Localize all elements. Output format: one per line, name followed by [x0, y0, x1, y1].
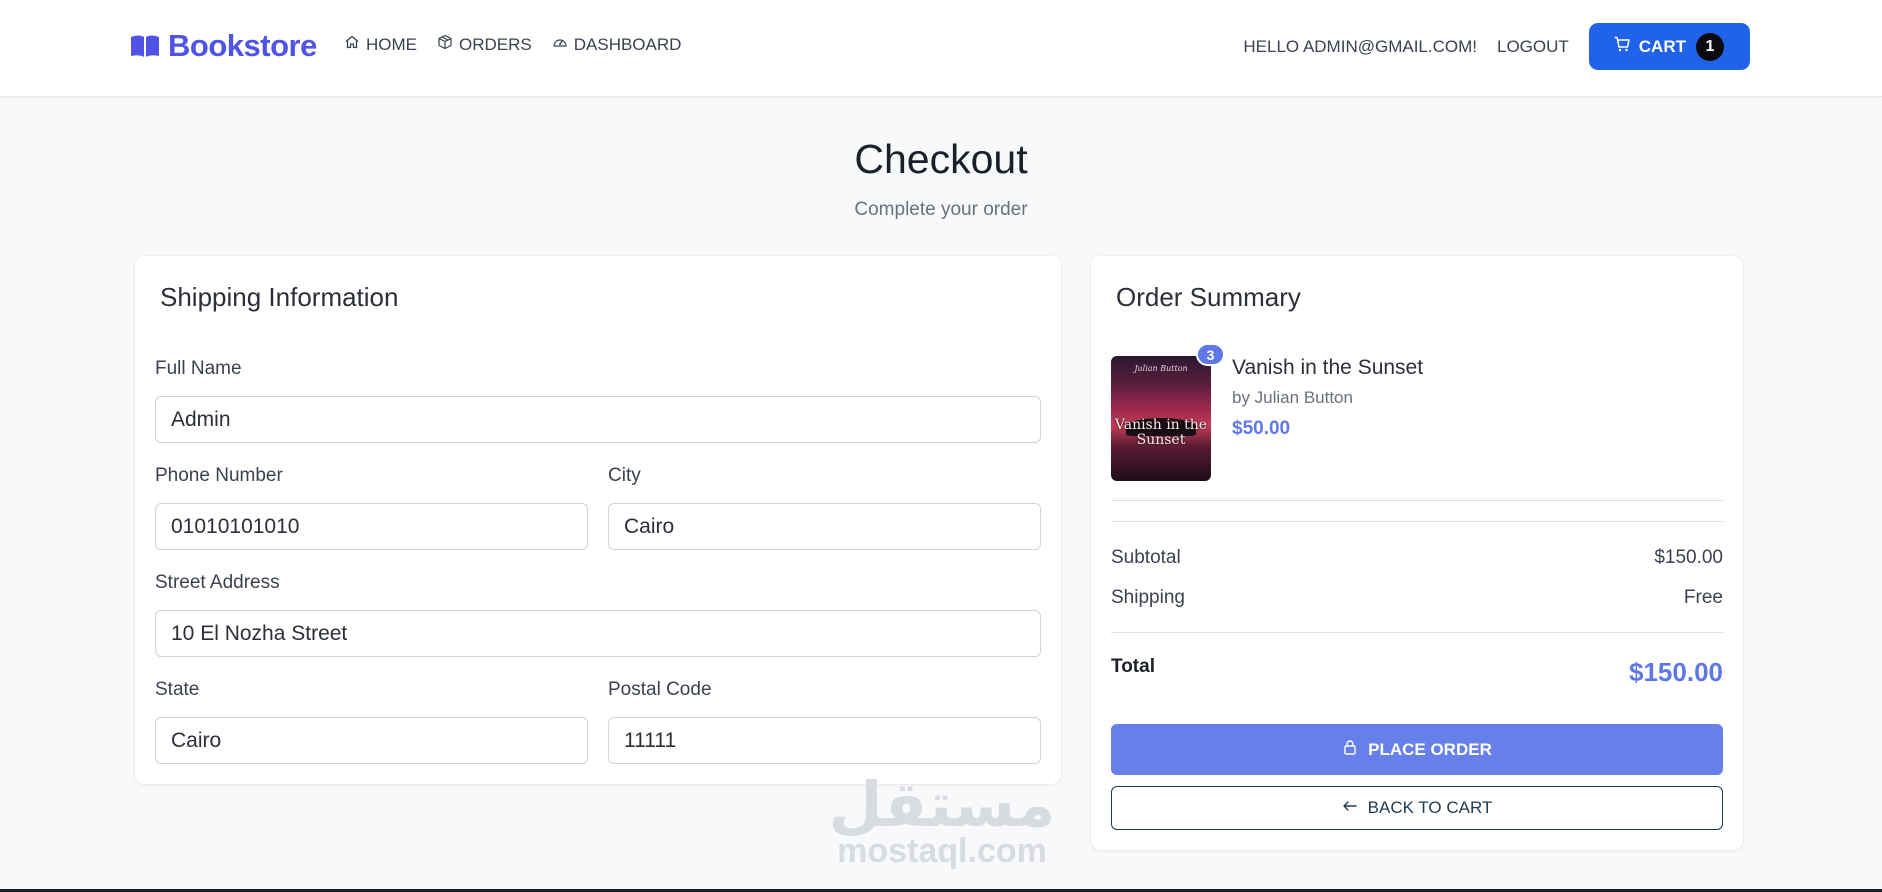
place-order-button[interactable]: PLACE ORDER — [1111, 724, 1723, 775]
item-author: by Julian Button — [1232, 388, 1353, 407]
subtotal-label: Subtotal — [1111, 547, 1181, 568]
home-icon — [344, 34, 360, 55]
place-order-label: PLACE ORDER — [1368, 739, 1492, 759]
city-label: City — [608, 465, 641, 486]
full-name-input[interactable] — [155, 396, 1041, 443]
city-input[interactable] — [608, 503, 1041, 550]
cart-count-badge: 1 — [1696, 32, 1724, 61]
postal-code-label: Postal Code — [608, 679, 712, 700]
page-subtitle: Complete your order — [854, 199, 1028, 220]
nav-links: HOME ORDERS DASHBOARD — [344, 34, 681, 55]
user-greeting: HELLO ADMIN@GMAIL.COM! — [1243, 36, 1477, 56]
brand-name: Bookstore — [168, 28, 317, 63]
back-to-cart-label: BACK TO CART — [1367, 798, 1493, 817]
lock-icon — [1342, 739, 1358, 760]
shipping-cost-value: Free — [1683, 587, 1723, 608]
shipping-cost-label: Shipping — [1111, 587, 1185, 608]
mostaql-watermark: مستقل mostaql.com — [826, 770, 1058, 875]
phone-input[interactable] — [155, 503, 588, 550]
top-navbar: Bookstore HOME ORDERS DASHBOARD HELLO AD… — [0, 0, 1882, 97]
book-cover-image: Julian Button Vanish in the Sunset — [1111, 356, 1211, 481]
cover-title-text: Vanish in the Sunset — [1114, 417, 1208, 448]
order-summary-card: Order Summary Julian Button Vanish in th… — [1091, 256, 1743, 850]
nav-orders-label: ORDERS — [459, 34, 532, 54]
postal-code-input[interactable] — [608, 717, 1041, 764]
item-title: Vanish in the Sunset — [1232, 356, 1424, 379]
shipping-title: Shipping Information — [160, 282, 399, 312]
quantity-badge: 3 — [1196, 343, 1225, 366]
state-input[interactable] — [155, 717, 588, 764]
shipping-card: Shipping Information Full Name Phone Num… — [135, 256, 1061, 784]
cart-button[interactable]: CART 1 — [1588, 23, 1750, 70]
page-title: Checkout — [854, 136, 1028, 182]
nav-home[interactable]: HOME — [344, 34, 417, 55]
divider — [1111, 500, 1723, 501]
back-to-cart-button[interactable]: BACK TO CART — [1111, 786, 1723, 830]
cover-author-text: Julian Button — [1134, 364, 1188, 373]
subtotal-value: $150.00 — [1654, 547, 1723, 568]
nav-right: HELLO ADMIN@GMAIL.COM! LOGOUT CART 1 — [1243, 23, 1750, 70]
phone-label: Phone Number — [155, 465, 283, 486]
box-icon — [437, 34, 453, 55]
open-book-icon — [130, 34, 160, 58]
brand-link[interactable]: Bookstore — [130, 28, 317, 64]
nav-home-label: HOME — [366, 34, 417, 54]
total-value: $150.00 — [1629, 657, 1723, 687]
total-label: Total — [1111, 656, 1155, 677]
item-price: $50.00 — [1232, 418, 1291, 439]
street-input[interactable] — [155, 610, 1041, 657]
state-label: State — [155, 679, 200, 700]
nav-dashboard-label: DASHBOARD — [573, 34, 682, 54]
divider — [1111, 632, 1723, 633]
nav-dashboard[interactable]: DASHBOARD — [552, 34, 682, 55]
watermark-latin: mostaql.com — [837, 832, 1047, 870]
watermark-arabic: مستقل — [828, 768, 1056, 841]
cart-icon — [1613, 35, 1631, 58]
cart-label: CART — [1638, 36, 1686, 56]
divider — [1111, 521, 1723, 522]
order-summary-title: Order Summary — [1116, 282, 1301, 312]
street-label: Street Address — [155, 572, 280, 593]
gauge-icon — [552, 34, 568, 55]
full-name-label: Full Name — [155, 358, 242, 379]
nav-orders[interactable]: ORDERS — [437, 34, 532, 55]
logout-link[interactable]: LOGOUT — [1497, 37, 1569, 57]
arrow-left-icon — [1342, 798, 1358, 819]
